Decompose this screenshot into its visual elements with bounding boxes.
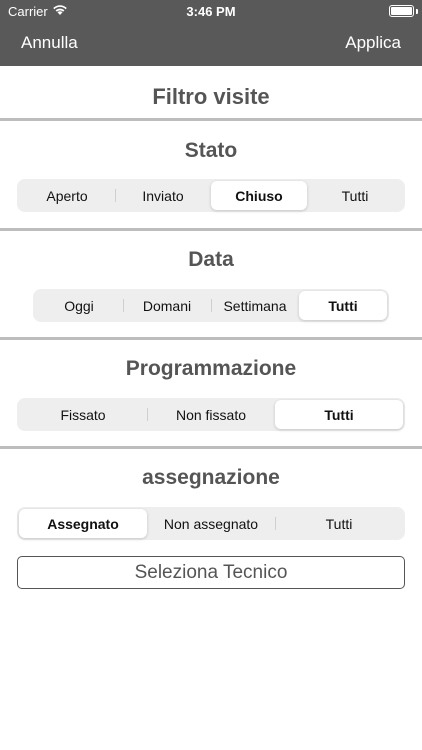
apply-button[interactable]: Applica [345, 33, 401, 53]
battery-icon [389, 5, 414, 17]
cancel-button[interactable]: Annulla [21, 33, 78, 53]
section-title-programmazione: Programmazione [125, 357, 297, 380]
divider [0, 446, 422, 449]
segmented-control-assegnazione: Assegnato Non assegnato Tutti [17, 507, 405, 540]
segment-domani[interactable]: Domani [123, 291, 211, 320]
page-title: Filtro visite [152, 84, 270, 109]
segment-tutti-data[interactable]: Tutti [299, 291, 387, 320]
segment-chiuso[interactable]: Chiuso [211, 181, 307, 210]
segment-settimana[interactable]: Settimana [211, 291, 299, 320]
divider [0, 337, 422, 340]
section-title-assegnazione: assegnazione [142, 466, 280, 489]
segment-tutti-stato[interactable]: Tutti [307, 181, 403, 210]
segment-tutti-programmazione[interactable]: Tutti [275, 400, 403, 429]
segment-tutti-assegnazione[interactable]: Tutti [275, 509, 403, 538]
segment-aperto[interactable]: Aperto [19, 181, 115, 210]
segment-oggi[interactable]: Oggi [35, 291, 123, 320]
segmented-control-programmazione: Fissato Non fissato Tutti [17, 398, 405, 431]
divider [0, 118, 422, 121]
divider [0, 228, 422, 231]
status-time: 3:46 PM [186, 4, 236, 19]
segment-inviato[interactable]: Inviato [115, 181, 211, 210]
segment-fissato[interactable]: Fissato [19, 400, 147, 429]
segmented-control-data: Oggi Domani Settimana Tutti [33, 289, 389, 322]
battery-tip [416, 9, 418, 14]
status-bar: Carrier 3:46 PM [0, 0, 422, 22]
navigation-bar: Carrier 3:46 PM Annulla Applica [0, 0, 422, 66]
section-title-stato: Stato [184, 139, 238, 162]
section-title-data: Data [188, 248, 234, 271]
segment-non-assegnato[interactable]: Non assegnato [147, 509, 275, 538]
segment-non-fissato[interactable]: Non fissato [147, 400, 275, 429]
select-technician-button[interactable]: Seleziona Tecnico [17, 556, 405, 589]
segment-assegnato[interactable]: Assegnato [19, 509, 147, 538]
segmented-control-stato: Aperto Inviato Chiuso Tutti [17, 179, 405, 212]
